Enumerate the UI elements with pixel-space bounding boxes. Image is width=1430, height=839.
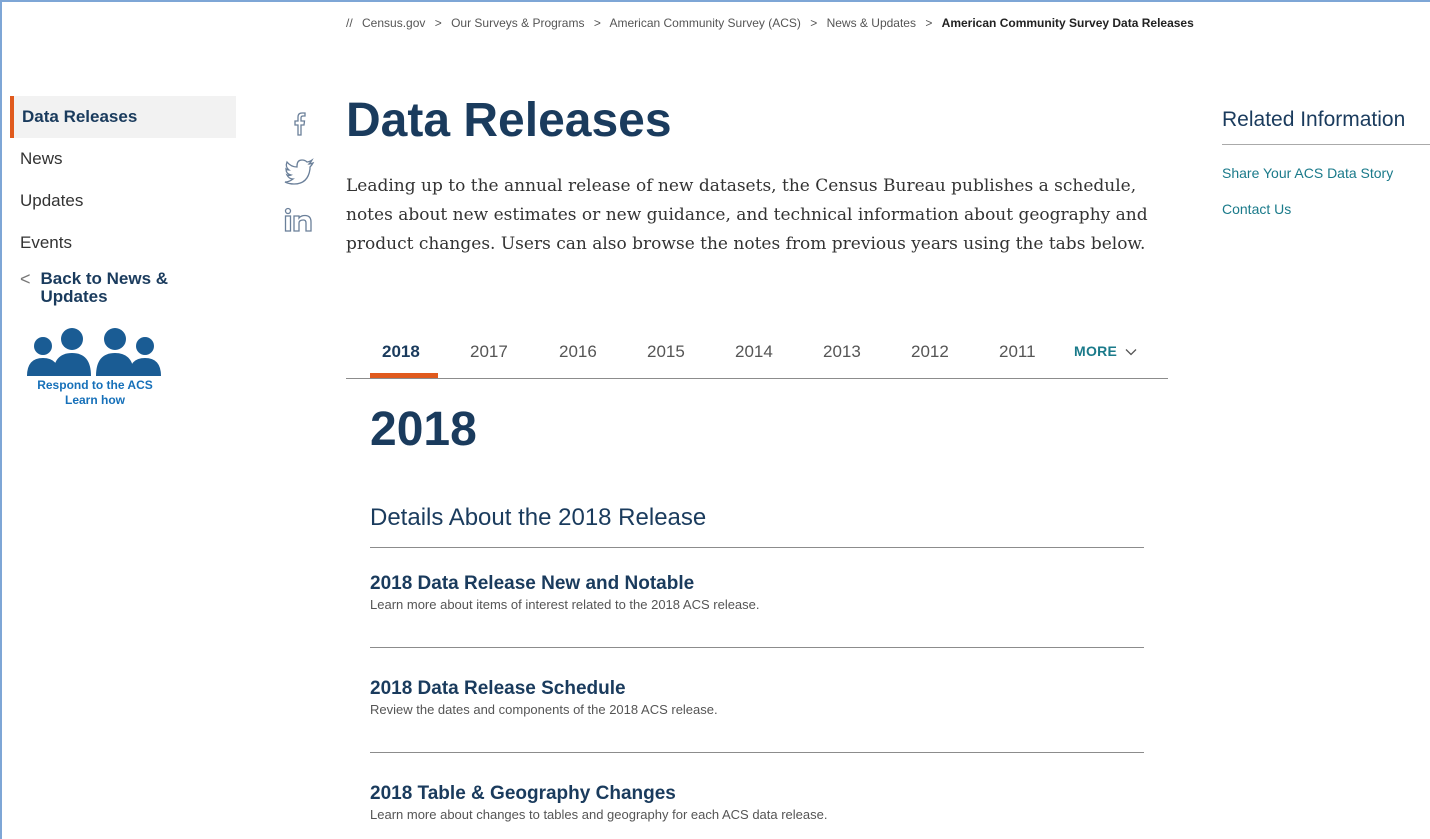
release-entry: 2018 Table & Geography Changes Learn mor… xyxy=(370,782,1144,824)
breadcrumb-current: American Community Survey Data Releases xyxy=(941,16,1194,30)
divider xyxy=(370,547,1144,548)
respond-acs-banner[interactable]: Respond to the ACS Learn how xyxy=(10,326,180,408)
more-label: MORE xyxy=(1074,343,1118,359)
tab-2011[interactable]: 2011 xyxy=(999,342,1036,362)
page-title: Data Releases xyxy=(346,94,672,147)
entry-title-table-geography[interactable]: 2018 Table & Geography Changes xyxy=(370,782,1144,806)
year-heading: 2018 xyxy=(370,403,477,456)
related-heading: Related Information xyxy=(1222,108,1406,131)
tab-2016[interactable]: 2016 xyxy=(559,342,597,362)
left-nav-item-data-releases[interactable]: Data Releases xyxy=(10,96,236,138)
back-to-news-link[interactable]: < Back to News & Updates xyxy=(10,264,236,312)
active-tab-indicator xyxy=(370,373,438,378)
learn-how-label: Learn how xyxy=(64,393,125,407)
respond-acs-label: Respond to the ACS xyxy=(37,378,153,392)
social-share xyxy=(284,108,320,254)
chevron-down-icon xyxy=(1125,349,1137,356)
related-information: Related Information Share Your ACS Data … xyxy=(1222,108,1430,217)
breadcrumb-separator: > xyxy=(593,16,601,30)
intro-paragraph: Leading up to the annual release of new … xyxy=(346,176,1148,254)
breadcrumb-item-news-updates[interactable]: News & Updates xyxy=(827,16,916,30)
chevron-left-icon: < xyxy=(20,269,31,289)
twitter-icon[interactable] xyxy=(284,158,316,186)
tab-2014[interactable]: 2014 xyxy=(735,342,773,362)
left-nav-item-events[interactable]: Events xyxy=(10,222,236,264)
left-nav-item-updates[interactable]: Updates xyxy=(10,180,236,222)
breadcrumb-separator: > xyxy=(925,16,933,30)
breadcrumb-separator: > xyxy=(434,16,442,30)
breadcrumb-item-acs[interactable]: American Community Survey (ACS) xyxy=(610,16,801,30)
breadcrumb-item-census[interactable]: Census.gov xyxy=(362,16,425,30)
divider xyxy=(370,647,1144,648)
breadcrumb: // Census.gov > Our Surveys & Programs >… xyxy=(346,16,1200,30)
breadcrumb-prefix: // xyxy=(346,16,353,30)
facebook-icon[interactable] xyxy=(284,108,314,138)
contact-us-link[interactable]: Contact Us xyxy=(1222,201,1430,217)
tab-2012[interactable]: 2012 xyxy=(911,342,949,362)
entry-description: Review the dates and components of the 2… xyxy=(370,702,718,717)
entry-title-schedule[interactable]: 2018 Data Release Schedule xyxy=(370,677,1144,701)
share-data-story-link[interactable]: Share Your ACS Data Story xyxy=(1222,165,1430,181)
more-tabs-dropdown[interactable]: MORE xyxy=(1074,343,1137,359)
tab-2013[interactable]: 2013 xyxy=(823,342,861,362)
entry-description: Learn more about changes to tables and g… xyxy=(370,807,828,822)
people-group-icon xyxy=(27,328,161,376)
divider xyxy=(1222,144,1430,145)
details-heading: Details About the 2018 Release xyxy=(370,504,707,531)
back-label: Back to News & Updates xyxy=(40,269,169,306)
divider xyxy=(370,752,1144,753)
release-entry: 2018 Data Release Schedule Review the da… xyxy=(370,677,1144,719)
left-nav-item-news[interactable]: News xyxy=(10,138,236,180)
left-nav: Data Releases News Updates Events < Back… xyxy=(10,96,236,408)
tab-2015[interactable]: 2015 xyxy=(647,342,685,362)
breadcrumb-item-surveys[interactable]: Our Surveys & Programs xyxy=(451,16,584,30)
tab-2018[interactable]: 2018 xyxy=(382,342,420,362)
release-entry: 2018 Data Release New and Notable Learn … xyxy=(370,572,1144,614)
year-tabs: 2018 2017 2016 2015 2014 2013 2012 2011 … xyxy=(346,330,1168,379)
entry-title-new-notable[interactable]: 2018 Data Release New and Notable xyxy=(370,572,1144,596)
breadcrumb-separator: > xyxy=(810,16,818,30)
tab-2017[interactable]: 2017 xyxy=(470,342,508,362)
main-content: Data Releases Leading up to the annual r… xyxy=(346,92,1176,259)
linkedin-icon[interactable] xyxy=(284,206,316,234)
entry-description: Learn more about items of interest relat… xyxy=(370,597,760,612)
